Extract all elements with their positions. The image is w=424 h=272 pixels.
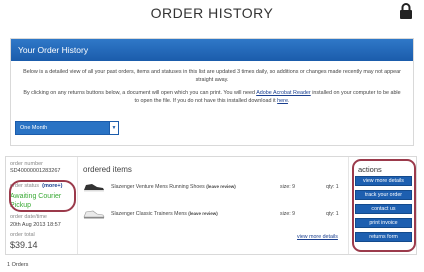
item-row: Slazenger Classic Trainers Mens (leave r… (83, 208, 348, 222)
panel-header: Your Order History (11, 39, 413, 61)
item-name: Slazenger Venture Mens Running Shoes (111, 184, 205, 190)
leave-review-link[interactable]: (leave review) (188, 211, 218, 216)
item-size: size: 9 (280, 211, 295, 217)
order-summary: order number SD40000001283267 order stat… (6, 157, 78, 254)
order-date: 20th Aug 2013 18:57 (10, 222, 61, 228)
item-size: size: 9 (280, 184, 295, 190)
view-more-details-link[interactable]: view more details (297, 234, 338, 240)
adobe-reader-link[interactable]: Adobe Acrobat Reader (256, 90, 311, 96)
trainer-shoe-image (83, 210, 105, 219)
order-number: SD40000001283267 (10, 168, 61, 174)
running-shoe-image (84, 184, 104, 192)
item-qty: qty: 1 (326, 211, 339, 217)
period-select-value: One Month (20, 125, 48, 131)
item-row: Slazenger Venture Mens Running Shoes (le… (83, 181, 348, 195)
period-select[interactable]: One Month ▼ (15, 121, 119, 135)
item-qty: qty: 1 (326, 184, 339, 190)
order-date-label: order date/time (10, 214, 47, 220)
column-divider (348, 157, 349, 254)
item-name: Slazenger Classic Trainers Mens (111, 211, 187, 217)
order-number-label: order number (10, 161, 44, 167)
padlock-icon (400, 3, 412, 19)
actions-highlight-circle (352, 159, 416, 252)
order-history-panel: Your Order History Below is a detailed v… (10, 38, 414, 146)
returns-info-text: By clicking on any returns buttons below… (23, 90, 401, 104)
leave-review-link[interactable]: (leave review) (206, 184, 236, 189)
status-highlight-circle (9, 180, 76, 212)
order-card: order number SD40000001283267 order stat… (5, 156, 417, 255)
intro-text: Below is a detailed view of all your pas… (23, 69, 401, 83)
download-here-link[interactable]: here (277, 98, 288, 104)
orders-count: 1 Orders (7, 262, 29, 268)
order-total-label: order total (10, 232, 35, 238)
page-title: ORDER HISTORY (150, 5, 274, 21)
chevron-down-icon: ▼ (109, 122, 118, 134)
ordered-items-title: ordered items (83, 165, 132, 174)
order-total: $39.14 (10, 240, 38, 250)
